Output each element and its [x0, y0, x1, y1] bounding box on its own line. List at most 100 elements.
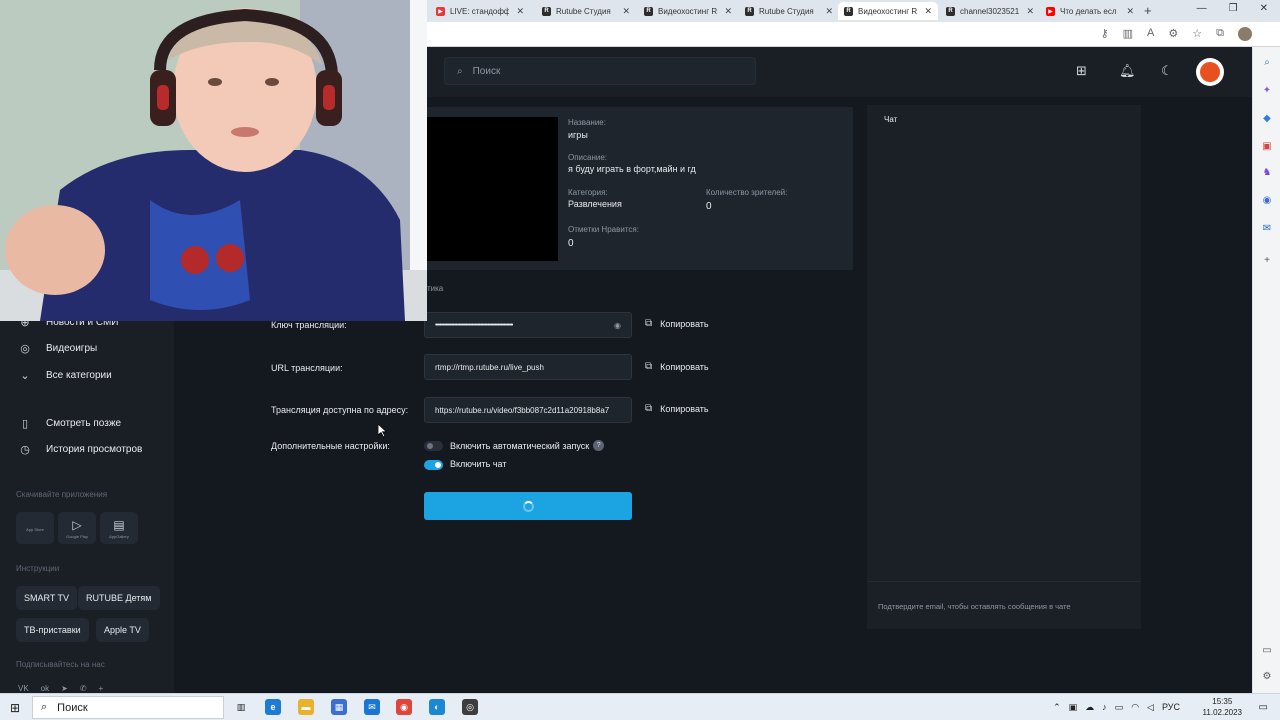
sidebar-item-history[interactable]: ◷ История просмотров [18, 443, 142, 456]
stream-preview[interactable] [427, 117, 558, 261]
close-window-button[interactable]: ✕ [1260, 3, 1268, 14]
browser-tab[interactable]: R Rutube Студия ✕ [739, 2, 839, 20]
search-icon[interactable]: ⌕ [1260, 55, 1274, 69]
collections-icon[interactable]: ⧉ [1216, 27, 1224, 41]
obs-icon[interactable]: ◎ [462, 699, 478, 715]
close-icon[interactable]: ✕ [724, 6, 732, 17]
category-label: Категория: [568, 188, 608, 197]
app-store-button[interactable]: App Store [16, 512, 54, 544]
close-icon[interactable]: ✕ [516, 6, 524, 17]
appgallery-icon: ▤ [113, 517, 125, 532]
sidebar-item-all-categories[interactable]: ⌄ Все категории [18, 369, 111, 382]
browser-tab[interactable]: ▶ LIVE: стандофф ✕ [430, 2, 530, 20]
category-value: Развлечения [568, 199, 622, 209]
instructions-heading: Инструкции [16, 564, 60, 573]
description-value: я буду играть в форт,майн и гд [568, 164, 696, 174]
instruction-rutube-kids[interactable]: RUTUBE Детям [78, 586, 160, 610]
close-icon[interactable]: ✕ [622, 6, 630, 17]
close-icon[interactable]: ✕ [1126, 6, 1134, 17]
panel-layout-icon[interactable]: ▭ [1260, 643, 1274, 657]
wifi-icon[interactable]: ◠ [1131, 702, 1139, 713]
new-tab-button[interactable]: + [1144, 3, 1152, 18]
telegram-icon[interactable]: ➤ [61, 684, 68, 693]
more-icon[interactable]: + [99, 684, 104, 693]
copy-url-button[interactable]: ⧉ Копировать [645, 361, 709, 372]
ok-icon[interactable]: ok [41, 684, 49, 693]
user-avatar[interactable] [1196, 58, 1224, 86]
favorites-icon[interactable]: ☆ [1192, 27, 1202, 41]
eye-icon[interactable]: ◉ [610, 321, 621, 330]
tag-icon[interactable]: ◆ [1260, 111, 1274, 125]
taskbar-search[interactable]: ⌕ Поиск [32, 696, 224, 719]
stream-address-field[interactable]: https://rutube.ru/video/f3bb087c2d11a209… [424, 397, 632, 423]
chat-title: Чат [884, 115, 898, 124]
vk-icon[interactable]: VK [18, 684, 29, 693]
stream-url-field[interactable]: rtmp://rtmp.rutube.ru/live_push [424, 354, 632, 380]
add-icon[interactable]: + [1260, 253, 1274, 267]
instruction-apple-tv[interactable]: Apple TV [96, 618, 149, 642]
browser-tab-active[interactable]: R Видеохостинг R ✕ [838, 2, 938, 20]
mail-icon[interactable]: ✉ [364, 699, 380, 715]
upload-icon[interactable]: ⊞ [1076, 63, 1087, 79]
close-icon[interactable]: ✕ [1026, 6, 1034, 17]
volume-icon[interactable]: ◁ [1147, 702, 1154, 713]
browser-tab[interactable]: ▶ Что делать есл ✕ [1040, 2, 1140, 20]
settings-icon[interactable]: ⚙ [1260, 669, 1274, 683]
bell-icon[interactable]: 🔔︎ [1119, 63, 1136, 79]
chat-panel: Чат Подтвердите email, чтобы оставлять с… [867, 105, 1141, 629]
appgallery-button[interactable]: ▤ AppGallery [100, 512, 138, 544]
help-icon[interactable]: ? [593, 440, 605, 451]
close-icon[interactable]: ✕ [924, 6, 932, 17]
chevron-up-icon[interactable]: ⌃ [1053, 702, 1061, 713]
task-view-icon[interactable]: ▥ [233, 699, 249, 715]
name-value: игры [568, 130, 588, 140]
copy-address-button[interactable]: ⧉ Копировать [645, 403, 709, 414]
microphone-icon[interactable]: ♪ [1102, 702, 1107, 713]
explorer-icon[interactable]: ▬ [298, 699, 314, 715]
reader-icon[interactable]: ▥ [1123, 27, 1133, 41]
search-icon: ⌕ [41, 701, 48, 713]
sidebar-item-watch-later[interactable]: ▯ Смотреть позже [18, 417, 121, 430]
read-aloud-icon[interactable]: A [1147, 27, 1154, 41]
chat-toggle[interactable] [424, 460, 443, 470]
close-icon[interactable]: ✕ [825, 6, 833, 17]
network-icon[interactable]: ▣ [1069, 702, 1078, 713]
stream-key-field[interactable]: ••••••••••••••••••••••••••••••••••••••••… [424, 312, 632, 338]
viber-icon[interactable]: ✆ [80, 684, 87, 693]
key-icon[interactable]: ⚷ [1101, 27, 1109, 41]
browser-tab[interactable]: R Rutube Студия ✕ [536, 2, 636, 20]
outlook-icon[interactable]: ✉ [1260, 221, 1274, 235]
office-icon[interactable]: ◉ [1260, 193, 1274, 207]
autostart-toggle[interactable] [424, 441, 443, 451]
minimize-button[interactable]: — [1197, 3, 1207, 14]
statistics-tab[interactable]: тика [427, 284, 443, 293]
cloud-icon[interactable]: ☁ [1085, 702, 1094, 713]
store-icon[interactable]: ▦ [331, 699, 347, 715]
notifications-icon[interactable]: ▭ [1259, 702, 1268, 713]
instruction-smart-tv[interactable]: SMART TV [16, 586, 78, 610]
browser-tab[interactable]: R channel3023521 ✕ [940, 2, 1040, 20]
browser-tab[interactable]: R Видеохостинг R ✕ [638, 2, 738, 20]
sidebar-item-games[interactable]: ◎ Видеоигры [18, 342, 97, 355]
edge-icon[interactable]: e [265, 699, 281, 715]
search-bar[interactable]: ⌕ Поиск [444, 57, 756, 85]
language-indicator[interactable]: РУС [1162, 702, 1180, 713]
clock[interactable]: 15:35 11.02.2023 [1203, 696, 1242, 718]
games-icon[interactable]: ♞ [1260, 165, 1274, 179]
sparkle-icon[interactable]: ✦ [1260, 83, 1274, 97]
chrome-icon[interactable]: ◉ [396, 699, 412, 715]
tools-icon[interactable]: ▣ [1260, 139, 1274, 153]
extensions-icon[interactable]: ⚙ [1168, 27, 1178, 41]
google-play-button[interactable]: ▷ Google Play [58, 512, 96, 544]
app-icon[interactable]: ◐ [429, 699, 445, 715]
likes-value: 0 [568, 238, 574, 249]
start-stream-button[interactable] [424, 492, 632, 520]
instruction-tv-boxes[interactable]: ТВ-приставки [16, 618, 89, 642]
profile-avatar[interactable] [1238, 27, 1252, 41]
maximize-button[interactable]: ❐ [1229, 3, 1238, 14]
windows-start-icon[interactable]: ⊞ [10, 701, 20, 715]
battery-icon[interactable]: ▭ [1115, 702, 1124, 713]
stream-url-label: URL трансляции: [271, 363, 343, 373]
copy-key-button[interactable]: ⧉ Копировать [645, 318, 709, 329]
moon-icon[interactable]: ☾ [1161, 63, 1173, 79]
